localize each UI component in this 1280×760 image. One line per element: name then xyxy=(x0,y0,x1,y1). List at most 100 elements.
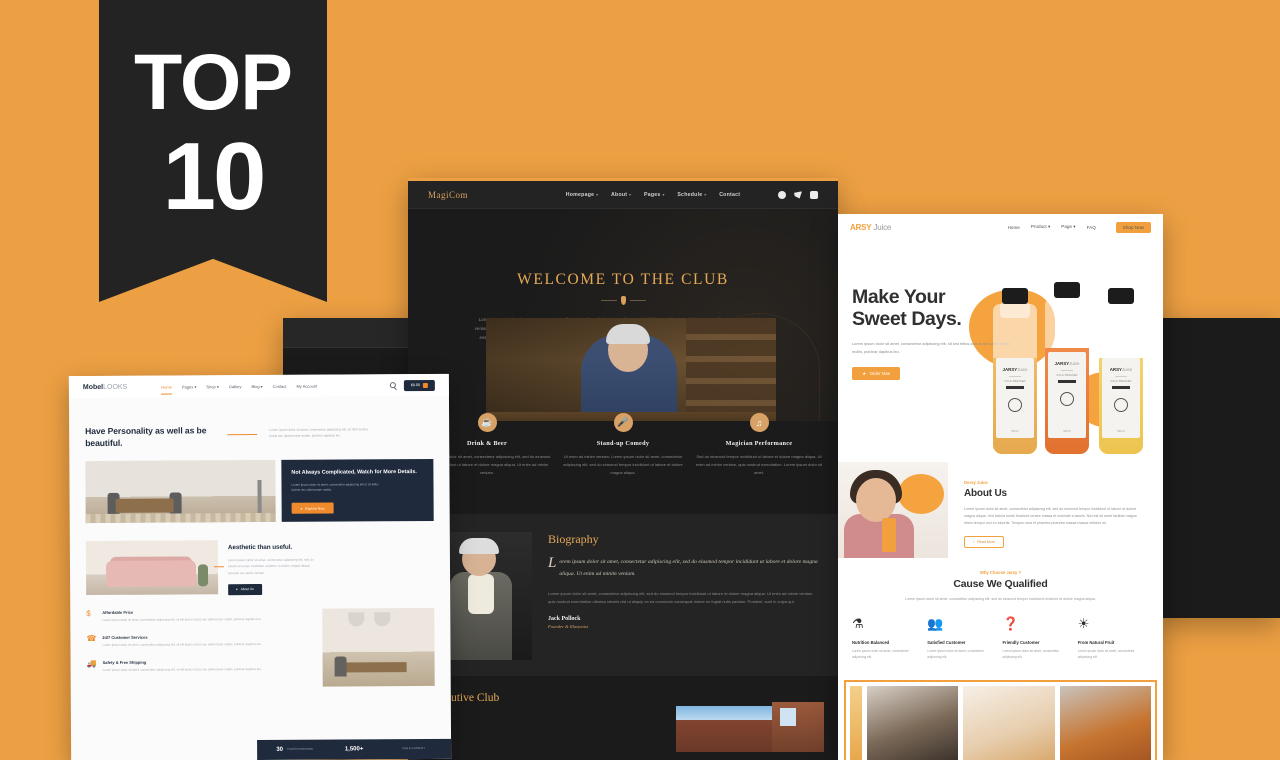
promo-text: Lorem ipsum dolor sit amet, consectetur … xyxy=(291,481,379,493)
microphone-icon: 🎤 xyxy=(613,413,633,432)
mobel-nav-item-gallery[interactable]: Gallery xyxy=(229,384,242,389)
headset-icon: ☎ xyxy=(86,633,97,643)
bottle-subtitle: COLD PRESSED xyxy=(1110,380,1132,383)
juice-nav-menu: Home Product ▾ Page ▾ FAQ Shop Now xyxy=(1008,221,1151,233)
qualified-card-text: Lorem ipsum dolor sit amet, consectetur … xyxy=(1077,648,1135,659)
people-group-icon: 👥 xyxy=(927,615,944,631)
bottle-brand: ARSYJuice xyxy=(1109,367,1133,372)
about-paragraph: Lorem ipsum dolor sit amet, consectetur … xyxy=(964,507,1137,526)
mobel-stats-bar: 30 YEARS EXPERIENCE 1,500+ ITEM IN PRODU… xyxy=(257,738,452,760)
twitter-icon[interactable] xyxy=(794,191,802,199)
music-note-icon: ♫ xyxy=(749,413,769,432)
stat-item: 1,500+ xyxy=(324,746,383,752)
qualified-card-text: Lorem ipsum dolor sit amet, consectetur … xyxy=(1002,648,1060,659)
club-feature-text: Sed do eiusmod tempor incididunt ut labo… xyxy=(695,454,823,475)
juice-order-now-button[interactable]: ★ Order Now xyxy=(852,366,901,380)
cart-icon xyxy=(422,382,428,388)
cart-button[interactable]: $0.00 xyxy=(403,379,435,391)
gallery-item[interactable] xyxy=(963,686,1055,760)
qualified-card-text: Lorem ipsum dolor sit amet, consectetur … xyxy=(927,648,984,659)
bottle-volume: 500 ml xyxy=(1117,430,1125,433)
club-hero-divider xyxy=(595,296,651,305)
mobel-feature-item: $ Affordable Price Lorem ipsum dolor sit… xyxy=(86,609,312,624)
mobel-hero: Have Personality as well as be beautiful… xyxy=(69,396,450,524)
mobel-hero-paragraph: Lorem ipsum dolor sit amet, consectetur … xyxy=(269,427,368,439)
juice-qualified-section: Why Choose Jarsy ? Cause We Qualified Lo… xyxy=(838,558,1163,676)
club-nav-menu: Homepage ▾ About ▾ Pages ▾ Schedule ▾ Contac… xyxy=(548,192,758,198)
stat-item: ITEM IN PRODUCT xyxy=(384,747,443,751)
feature-title: 24/7 Customer Services xyxy=(102,634,148,640)
club-nav-item-schedule[interactable]: Schedule ▾ xyxy=(677,192,706,198)
qualified-card-title: Satisfied Customer xyxy=(927,639,966,645)
club-nav-item-contact[interactable]: Contact xyxy=(719,192,740,198)
juice-hero-title: Make Your Sweet Days. xyxy=(852,286,962,331)
carousel-next-icon[interactable]: › xyxy=(1150,719,1153,728)
truck-icon: 🚚 xyxy=(86,658,97,668)
mobel-logo[interactable]: MobelLOOKS xyxy=(83,383,127,390)
mobel-nav-item-contact[interactable]: Contact xyxy=(273,383,287,388)
club-nav-item-pages[interactable]: Pages ▾ xyxy=(644,192,664,198)
club-hero-title: WELCOME TO THE CLUB xyxy=(517,271,729,288)
juice-gallery-carousel[interactable]: › xyxy=(844,680,1157,760)
stat-item: 30 YEARS EXPERIENCE xyxy=(265,747,324,753)
juice-bottle: ARSYJuice COLD PRESSED 500 ml xyxy=(1099,288,1143,454)
juice-shop-now-button[interactable]: Shop Now xyxy=(1115,221,1151,233)
mobel-nav-item-shop[interactable]: Shop ▾ xyxy=(206,384,218,389)
juice-about-section: Dorsy Juice About Us Lorem ipsum dolor s… xyxy=(838,462,1163,558)
club-feature-card: ♫ Magician Performance Sed do eiusmod te… xyxy=(694,413,824,476)
juice-bottle: JARSYJuice COLD PRESSED 500 ml xyxy=(1045,282,1089,454)
arrow-right-icon: ▸ xyxy=(236,587,238,592)
mobel-aesthetic-section: Aesthetic than useful. Lorem ipsum dolor… xyxy=(70,521,450,596)
juice-nav-item-product[interactable]: Product ▾ xyxy=(1031,224,1050,230)
biography-body: Lorem ipsum dolor sit amet, consectetur … xyxy=(548,590,814,604)
juice-bottle: JARSYJuice COLD PRESSED 500 ml xyxy=(993,288,1037,454)
mobel-nav-item-my-account[interactable]: My Account xyxy=(296,383,317,388)
bottle-cap xyxy=(1108,288,1134,304)
qualified-heading: Cause We Qualified xyxy=(953,578,1048,590)
mobel-nav-menu: Home Pages ▾ Shop ▾ Gallery Blog ▾ Conta… xyxy=(161,383,317,389)
mobel-nav-item-home[interactable]: Home xyxy=(161,384,172,389)
youtube-icon[interactable] xyxy=(810,190,818,199)
promo-explore-button[interactable]: ▸ Explore Now xyxy=(291,502,334,514)
about-read-more-button[interactable]: › Read More xyxy=(964,535,1004,548)
club-nav-item-about[interactable]: About ▾ xyxy=(611,192,631,198)
mobel-nav-item-pages[interactable]: Pages ▾ xyxy=(182,384,196,389)
gallery-item[interactable] xyxy=(850,686,862,760)
feature-text: Lorem ipsum dolor sit amet, consectetur … xyxy=(102,666,262,672)
arrow-right-icon: › xyxy=(973,539,975,544)
qualified-card-list: ⚗ Nutrition Balanced Lorem ipsum dolor s… xyxy=(852,617,1149,661)
mobel-feature-list: $ Affordable Price Lorem ipsum dolor sit… xyxy=(86,609,312,688)
biography-heading: Biography xyxy=(548,532,599,547)
juice-nav-item-home[interactable]: Home xyxy=(1008,225,1020,230)
juice-nav-item-page[interactable]: Page ▾ xyxy=(1061,224,1075,230)
juice-nav-item-faq[interactable]: FAQ xyxy=(1087,225,1096,230)
club-social-links xyxy=(758,190,818,199)
gallery-item[interactable] xyxy=(867,686,959,760)
facebook-icon[interactable] xyxy=(778,190,786,199)
hero-rule xyxy=(227,434,258,436)
bottle-volume: 500 ml xyxy=(1011,430,1019,433)
club-executive-section: Executive Club xyxy=(408,676,838,753)
club-features: ☕ Drink & Beer Lorem ipsum dolor sit ame… xyxy=(408,413,838,497)
arrow-right-icon: ▸ xyxy=(300,506,303,511)
biography-role: Founder & Illusionist xyxy=(548,623,589,629)
club-nav-item-homepage[interactable]: Homepage ▾ xyxy=(566,192,598,198)
feature-text: Lorem ipsum dolor sit amet, consectetur … xyxy=(102,617,262,623)
dollar-icon: $ xyxy=(86,609,91,619)
mobel-nav-item-blog[interactable]: Blog ▾ xyxy=(252,383,263,388)
juice-logo[interactable]: ARSY Juice xyxy=(850,223,891,232)
balance-scale-icon: ⚗ xyxy=(852,615,864,631)
search-icon[interactable] xyxy=(389,382,396,389)
biography-signature: Jack Pollock xyxy=(548,615,581,622)
club-divider xyxy=(408,496,838,515)
club-feature-card: 🎤 Stand-up Comedy Ut enim ad minim venia… xyxy=(558,413,688,476)
about-us-button[interactable]: ▸ About Us xyxy=(228,583,262,595)
qualified-card: ❓ Friendly Customer Lorem ipsum dolor si… xyxy=(1003,617,1074,661)
mobel-feature-item: ☎ 24/7 Customer Services Lorem ipsum dol… xyxy=(86,634,312,649)
mobel-promo-card: Not Always Complicated, Watch for More D… xyxy=(281,459,434,523)
gallery-item[interactable] xyxy=(1059,686,1151,760)
right-edge-dark-mockup xyxy=(1152,318,1280,618)
executive-photo xyxy=(772,702,824,753)
club-feature-title: Stand-up Comedy xyxy=(596,440,650,447)
club-logo[interactable]: MagiCom xyxy=(428,190,548,200)
